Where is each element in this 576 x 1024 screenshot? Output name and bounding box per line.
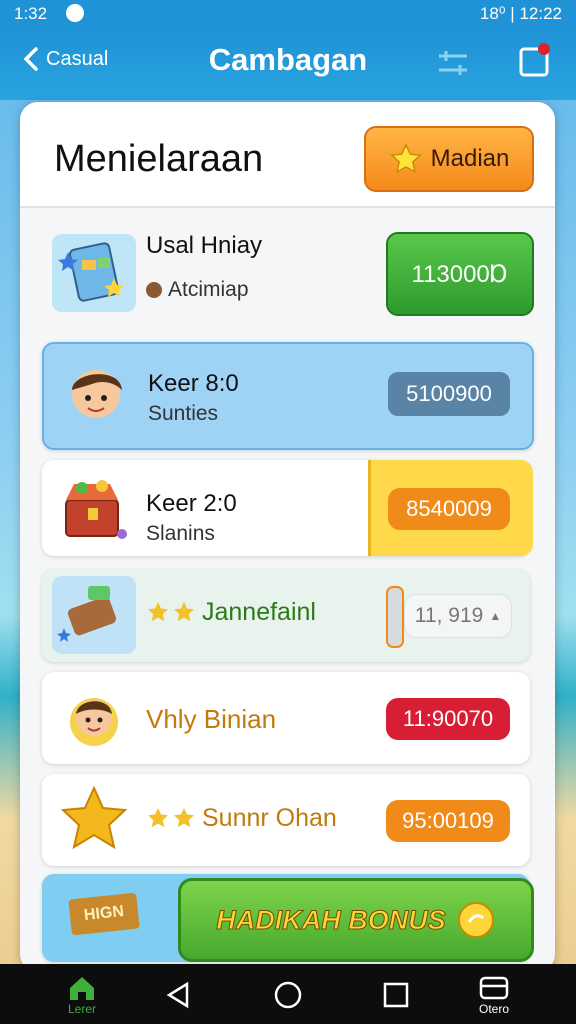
nav-home[interactable]: Lerer: [52, 974, 112, 1016]
list-item[interactable]: Vhly Binian 11:90070: [42, 672, 530, 764]
wallet-icon: [479, 976, 509, 1000]
ticket-icon: [52, 576, 136, 654]
row-subtitle: Atcimiap: [146, 278, 249, 302]
home-icon: [70, 977, 94, 1000]
row-title: Sunnr Ohan: [202, 804, 337, 832]
sort-arrows-icon: ▲: [489, 609, 502, 623]
row-value-button[interactable]: 113000Ɒ: [386, 232, 534, 316]
bonus-button[interactable]: HADIKAH BONUS: [178, 878, 534, 962]
cookie-icon: [146, 282, 162, 298]
filter-icon[interactable]: [436, 46, 470, 80]
main-panel: Menielaraan Madian Usal Hniay Atcimiap 1…: [20, 102, 555, 972]
notification-icon[interactable]: [518, 42, 552, 78]
nav-home-circle[interactable]: [258, 980, 318, 1010]
square-recents-icon: [383, 982, 409, 1008]
nav-home-label: Lerer: [67, 1002, 96, 1016]
bonus-bar: HIGN HADIKAH BONUS: [42, 874, 534, 962]
bonus-button-label: HADIKAH BONUS: [216, 904, 446, 935]
status-notification-icon: [66, 4, 84, 22]
panel-title: Menielaraan: [54, 138, 264, 180]
list-item[interactable]: Jannefainl 11, 919 ▲: [42, 570, 530, 662]
page-title: Cambagan: [208, 42, 368, 77]
boy-avatar-icon: [54, 354, 138, 432]
nav-back[interactable]: [148, 980, 208, 1010]
row-title-group: Jannefainl: [146, 598, 316, 627]
row-value-button[interactable]: 5100900: [388, 372, 510, 416]
row-value-text: 11, 919: [414, 604, 484, 627]
kid-avatar-icon: [52, 678, 136, 756]
row-value-button[interactable]: 11:90070: [386, 698, 510, 740]
list-item[interactable]: Keer 8:0 Sunties 5100900: [42, 342, 534, 450]
value-slider-track[interactable]: [386, 586, 404, 648]
status-time: 1:32: [14, 4, 48, 23]
treasure-chest-icon: [52, 466, 136, 544]
cards-game-icon: [52, 234, 136, 312]
nav-recents[interactable]: [366, 980, 426, 1010]
header-action-button[interactable]: Madian: [364, 126, 534, 192]
stars-icon: [148, 601, 194, 621]
row-title: Jannefainl: [202, 598, 316, 626]
row-title: Usal Hniay: [146, 232, 263, 259]
list-item[interactable]: Sunnr Ohan 95:00109: [42, 774, 530, 866]
panel-header: Menielaraan Madian: [20, 102, 555, 208]
coin-icon: [457, 902, 494, 938]
nav-other-label: Otero: [478, 1002, 509, 1016]
row-title: Vhly Binian: [146, 704, 277, 734]
bottom-nav-bar: Lerer Otero: [0, 964, 576, 1024]
status-bar: 1:32 18⁰ | 12:22: [0, 0, 576, 30]
row-subtitle: Sunties: [148, 402, 219, 425]
nav-other[interactable]: Otero: [464, 974, 524, 1016]
status-indicators: 18⁰ | 12:22: [479, 4, 562, 23]
row-title: Keer 8:0: [148, 370, 239, 397]
circle-home-icon: [274, 981, 302, 1009]
triangle-back-icon: [166, 981, 189, 1009]
row-subtitle-text: Atcimiap: [168, 278, 249, 301]
app-bar: Casual Cambagan: [0, 30, 576, 100]
gold-star-icon: [52, 780, 136, 858]
row-title: Keer 2:0: [146, 490, 237, 517]
list-item[interactable]: Usal Hniay Atcimiap 113000Ɒ: [42, 228, 534, 322]
row-value-field[interactable]: 11, 919 ▲: [404, 594, 512, 638]
row-value-button[interactable]: 8540009: [388, 488, 510, 530]
header-action-label: Madian: [430, 145, 510, 172]
star-icon: [389, 143, 422, 174]
row-title-group: Sunnr Ohan: [146, 804, 337, 833]
stars-icon: [148, 807, 194, 827]
list-item[interactable]: Keer 2:0 Slanins 8540009: [42, 460, 533, 556]
row-subtitle: Slanins: [146, 522, 215, 545]
bonus-tag-label: HIGN: [83, 902, 125, 925]
row-value-button[interactable]: 95:00109: [386, 800, 510, 842]
bonus-tag-icon: HIGN: [68, 892, 140, 936]
